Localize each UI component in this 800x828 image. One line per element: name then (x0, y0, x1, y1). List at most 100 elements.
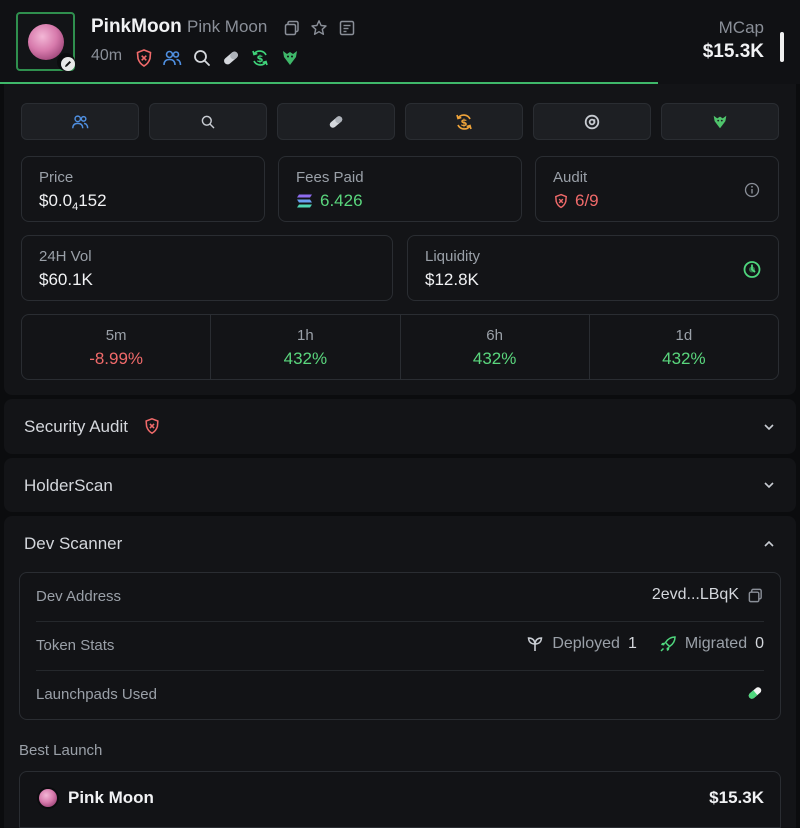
scrollbar[interactable] (780, 32, 784, 62)
holders-button[interactable] (21, 103, 139, 140)
at-sign-icon (584, 114, 600, 129)
edit-icon[interactable] (57, 53, 75, 71)
audit-card[interactable]: Audit 6/9 (535, 156, 779, 222)
migrated-label: Migrated (684, 635, 748, 652)
mcap-value: $15.3K (702, 41, 764, 62)
launchpads-values (746, 684, 764, 702)
liquidity-timer-icon[interactable] (742, 259, 762, 279)
pill-icon[interactable] (221, 48, 241, 68)
best-launch-label: Best Launch (19, 742, 103, 759)
chevron-down-icon (764, 424, 774, 431)
dev-address-row: Dev Address 2evd...LBqK (36, 573, 764, 622)
audit-label: Audit (553, 169, 588, 186)
pump-pill-icon[interactable] (746, 684, 764, 702)
search-button[interactable] (149, 103, 267, 140)
price-suffix: 152 (78, 191, 107, 210)
token-stats-label: Token Stats (36, 637, 115, 654)
svg-text:$: $ (461, 117, 468, 128)
dev-address-value[interactable]: 2evd...LBqK (652, 586, 739, 604)
migrated-value: 0 (755, 635, 764, 652)
fees-value-row: 6.426 (296, 191, 363, 211)
liquidity-card: Liquidity $12.8K (407, 235, 779, 301)
section-title: Security Audit (24, 417, 128, 436)
chevron-up-icon[interactable] (762, 537, 776, 551)
change-value: 432% (283, 349, 328, 368)
change-label: 1d (675, 327, 693, 344)
copy-icon[interactable] (747, 587, 764, 604)
fees-label: Fees Paid (296, 169, 364, 186)
volume-value: $60.1K (39, 270, 93, 289)
dev-address-value-group: 2evd...LBqK (652, 586, 764, 604)
price-label: Price (39, 169, 74, 186)
sprout-icon (528, 637, 543, 651)
change-label: 1h (297, 327, 314, 344)
star-icon[interactable] (310, 19, 328, 37)
section-title: HolderScan (24, 476, 113, 495)
liquidity-value: $12.8K (425, 270, 479, 289)
dev-address-label: Dev Address (36, 588, 122, 605)
change-cell-5m[interactable]: 5m -8.99% (22, 315, 212, 379)
shield-x-icon (555, 193, 567, 209)
volume-label: 24H Vol (39, 248, 92, 265)
copy-icon[interactable] (283, 19, 301, 37)
best-launch-name: Pink Moon (68, 788, 154, 807)
launchpad-button[interactable] (277, 103, 395, 140)
price-change-strip: 5m -8.99% 1h 432% 6h 432% 1d 432% (21, 314, 779, 380)
search-icon (201, 115, 215, 128)
price-card: Price $0.04152 (21, 156, 265, 222)
launchpads-row: Launchpads Used (36, 671, 764, 720)
launchpads-label: Launchpads Used (36, 686, 157, 703)
deployed-label: Deployed (552, 635, 620, 652)
svg-text:$: $ (257, 54, 264, 65)
swap-button[interactable]: $ (405, 103, 523, 140)
change-label: 6h (486, 327, 503, 344)
eagle-icon (713, 115, 727, 128)
change-value: -8.99% (89, 349, 144, 368)
mention-button[interactable] (533, 103, 651, 140)
token-age: 40m (91, 47, 123, 64)
rocket-icon (660, 636, 676, 652)
audit-value-row: 6/9 (553, 191, 599, 211)
change-cell-1h[interactable]: 1h 432% (211, 315, 401, 379)
info-icon[interactable] (744, 182, 760, 198)
users-icon (72, 114, 89, 128)
change-cell-1d[interactable]: 1d 432% (590, 315, 778, 379)
fees-value: 6.426 (320, 191, 363, 210)
token-symbol: PinkMoon (91, 16, 182, 37)
change-cell-6h[interactable]: 6h 432% (401, 315, 590, 379)
shield-x-icon (145, 417, 159, 435)
change-value: 432% (662, 349, 706, 368)
deployed-value: 1 (627, 635, 637, 652)
token-name: Pink Moon (187, 17, 268, 36)
section-title[interactable]: Dev Scanner (24, 534, 122, 554)
shield-x-icon[interactable] (134, 48, 154, 68)
eagle-icon[interactable] (280, 48, 300, 68)
liquidity-label: Liquidity (425, 248, 481, 265)
search-icon[interactable] (192, 48, 212, 68)
holderscan-section[interactable]: HolderScan (4, 458, 796, 512)
best-launch-avatar (37, 787, 59, 809)
token-avatar[interactable] (16, 12, 75, 71)
chevron-down-icon (764, 482, 774, 489)
token-stats-row: Token Stats Deployed 1 Migrated 0 (36, 622, 764, 671)
eagle-button[interactable] (661, 103, 779, 140)
dev-info-box: Dev Address 2evd...LBqK Token Stats Depl… (19, 572, 781, 720)
price-zero-count: 4 (72, 201, 79, 213)
token-header: PinkMoon Pink Moon 40m $ MCap $15.3K (0, 0, 800, 84)
fees-card: Fees Paid 6.426 (278, 156, 522, 222)
best-launch-mcap: $15.3K (709, 788, 764, 807)
change-label: 5m (105, 327, 127, 344)
users-icon[interactable] (162, 48, 182, 68)
notes-icon[interactable] (338, 19, 356, 37)
volume-card: 24H Vol $60.1K (21, 235, 393, 301)
mcap-label: MCap (718, 18, 764, 37)
dollar-refresh-icon[interactable]: $ (250, 48, 270, 68)
best-launch-row[interactable]: Pink Moon $15.3K (19, 771, 781, 828)
price-value: $0.04152 (39, 191, 107, 213)
price-prefix: $0.0 (39, 191, 73, 210)
solana-icon (297, 194, 312, 208)
dollar-refresh-icon: $ (456, 113, 472, 130)
security-audit-section[interactable]: Security Audit (4, 399, 796, 454)
pill-icon (329, 115, 343, 128)
token-stats-values: Deployed 1 Migrated 0 (526, 635, 764, 653)
